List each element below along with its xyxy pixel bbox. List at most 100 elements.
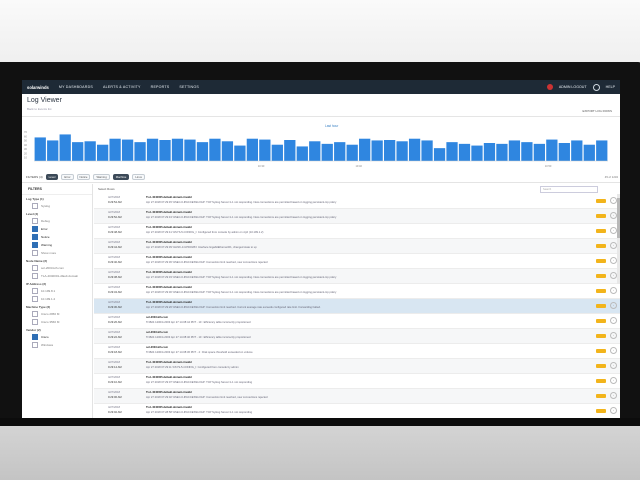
nav-item-reports[interactable]: REPORTS xyxy=(151,85,170,89)
chevron-right-icon[interactable]: › xyxy=(610,242,617,249)
user-avatar[interactable] xyxy=(546,84,553,90)
histogram-bar[interactable] xyxy=(234,145,246,161)
log-row[interactable]: 4/27/2018 9:29:52 AM TLA-4040005.default.d… xyxy=(94,209,620,224)
histogram-bar[interactable] xyxy=(396,141,408,161)
histogram-bar[interactable] xyxy=(284,140,296,161)
chevron-right-icon[interactable]: › xyxy=(610,392,617,399)
filter-option[interactable]: Windows xyxy=(22,341,92,349)
select-rows-button[interactable]: Select Rows xyxy=(98,187,115,191)
filter-option[interactable]: Error xyxy=(22,225,92,233)
histogram-bar[interactable] xyxy=(596,140,608,161)
log-row[interactable]: 4/27/2018 9:29:02 AM TLA-4040005.default.d… xyxy=(94,404,620,418)
filter-checkbox[interactable] xyxy=(32,288,38,294)
filter-option[interactable]: Syslog xyxy=(22,202,92,210)
histogram-bar[interactable] xyxy=(159,140,171,161)
histogram-bar[interactable] xyxy=(458,143,471,161)
filter-checkbox[interactable] xyxy=(32,250,38,256)
filter-checkbox[interactable] xyxy=(32,296,38,302)
histogram-bar[interactable] xyxy=(371,140,383,161)
chevron-right-icon[interactable]: › xyxy=(610,197,617,204)
chevron-right-icon[interactable]: › xyxy=(610,377,617,384)
log-row[interactable]: 4/27/2018 9:29:18 AM sol-2003-kth.com Tr482… xyxy=(94,344,620,359)
histogram-bar[interactable] xyxy=(221,141,234,161)
histogram-bar[interactable] xyxy=(496,143,508,161)
log-row[interactable]: 4/27/2018 9:29:54 AM TLA-4040005.default.d… xyxy=(94,194,620,209)
chevron-right-icon[interactable]: › xyxy=(610,287,617,294)
filter-checkbox[interactable] xyxy=(32,226,38,232)
filter-section-title[interactable]: Node Name (2) xyxy=(22,257,92,264)
filter-chip-warning[interactable]: Warning xyxy=(93,174,110,180)
histogram-bar[interactable] xyxy=(184,139,196,161)
chevron-right-icon[interactable]: › xyxy=(610,332,617,339)
histogram-bar[interactable] xyxy=(408,138,421,161)
histogram-bar[interactable] xyxy=(209,138,221,161)
histogram-bar[interactable] xyxy=(246,138,259,161)
histogram-bar[interactable] xyxy=(171,138,184,161)
histogram-bar[interactable] xyxy=(533,143,546,161)
filter-section-title[interactable]: Log Type (1) xyxy=(22,195,92,202)
histogram-bar[interactable] xyxy=(121,139,134,161)
histogram-bar[interactable] xyxy=(359,138,371,161)
histogram-bar[interactable] xyxy=(271,144,283,161)
chevron-right-icon[interactable]: › xyxy=(610,407,617,414)
histogram-bar[interactable] xyxy=(334,142,346,161)
log-row[interactable]: 4/27/2018 9:29:22 AM sol-2003-kth.com Tr482… xyxy=(94,329,620,344)
histogram-bar[interactable] xyxy=(259,139,271,161)
filter-section-title[interactable]: Vendor (2) xyxy=(22,326,92,333)
log-row[interactable]: 4/27/2018 9:29:14 AM TLA-4040005.default.d… xyxy=(94,359,620,374)
histogram-bar[interactable] xyxy=(109,138,121,161)
histogram-bar[interactable] xyxy=(521,142,533,161)
chevron-right-icon[interactable]: › xyxy=(610,272,617,279)
histogram-bar[interactable] xyxy=(433,148,446,161)
back-link[interactable]: Back to Events list xyxy=(27,107,52,111)
histogram-bar[interactable] xyxy=(421,140,433,161)
histogram-bar[interactable] xyxy=(34,137,46,161)
filter-option[interactable]: Cisco 3560 M xyxy=(22,318,92,326)
chevron-right-icon[interactable]: › xyxy=(610,227,617,234)
histogram-bar[interactable] xyxy=(558,143,570,161)
filter-checkbox[interactable] xyxy=(32,342,38,348)
histogram-bar[interactable] xyxy=(47,140,59,161)
chevron-right-icon[interactable]: › xyxy=(610,317,617,324)
chevron-right-icon[interactable]: › xyxy=(610,347,617,354)
filter-checkbox[interactable] xyxy=(32,218,38,224)
histogram-bar[interactable] xyxy=(309,141,321,161)
export-button[interactable]: EXPORT LOG ROWS xyxy=(582,109,612,113)
search-icon[interactable] xyxy=(592,83,600,91)
histogram-bar[interactable] xyxy=(446,142,458,161)
filter-checkbox[interactable] xyxy=(32,319,38,325)
filter-chip-machine[interactable]: Machine xyxy=(112,174,130,180)
filter-option[interactable]: Debug xyxy=(22,217,92,225)
filter-option[interactable]: 10.199.1.2 xyxy=(22,295,92,303)
filter-chip-error[interactable]: Error xyxy=(61,174,74,180)
filter-checkbox[interactable] xyxy=(32,311,38,317)
log-row[interactable]: 4/27/2018 9:29:10 AM TLA-4040005.default.d… xyxy=(94,374,620,389)
chevron-right-icon[interactable]: › xyxy=(610,212,617,219)
filter-option[interactable]: Show more xyxy=(22,249,92,257)
nav-item-dashboards[interactable]: MY DASHBOARDS xyxy=(59,85,93,89)
histogram-bar[interactable] xyxy=(583,144,595,161)
filter-option[interactable]: 10.199.8.1 xyxy=(22,287,92,295)
filter-option[interactable]: TLA-4040001-dfault.domain xyxy=(22,272,92,280)
filter-checkbox[interactable] xyxy=(32,334,38,340)
log-row[interactable]: 4/27/2018 9:29:48 AM TLA-4040005.default.d… xyxy=(94,224,620,239)
filter-checkbox[interactable] xyxy=(32,234,38,240)
log-row[interactable]: 4/27/2018 9:29:30 AM TLA-4040005.default.d… xyxy=(94,299,620,314)
filter-chip-linux[interactable]: Linux xyxy=(132,174,146,180)
histogram-bar[interactable] xyxy=(471,145,483,161)
scrollbar-thumb[interactable] xyxy=(617,198,620,238)
log-row[interactable]: 4/27/2018 9:29:26 AM sol-2003-kth.com Tr482… xyxy=(94,314,620,329)
filter-chip-level[interactable]: Level xyxy=(45,174,59,180)
filter-checkbox[interactable] xyxy=(32,242,38,248)
histogram-bar[interactable] xyxy=(383,140,396,161)
chevron-right-icon[interactable]: › xyxy=(610,257,617,264)
filter-option[interactable]: Notice xyxy=(22,233,92,241)
chevron-right-icon[interactable]: › xyxy=(610,302,617,309)
filter-section-title[interactable]: Machine Type (2) xyxy=(22,303,92,310)
histogram-bar[interactable] xyxy=(96,144,109,161)
filter-option[interactable]: Cisco 2950 M xyxy=(22,310,92,318)
histogram-bar[interactable] xyxy=(546,139,558,161)
filter-section-title[interactable]: Level (4) xyxy=(22,210,92,217)
search-input[interactable]: Search xyxy=(540,185,598,193)
histogram-chart[interactable]: 70605040302010 10:30 10:40 10:50 xyxy=(22,117,620,171)
